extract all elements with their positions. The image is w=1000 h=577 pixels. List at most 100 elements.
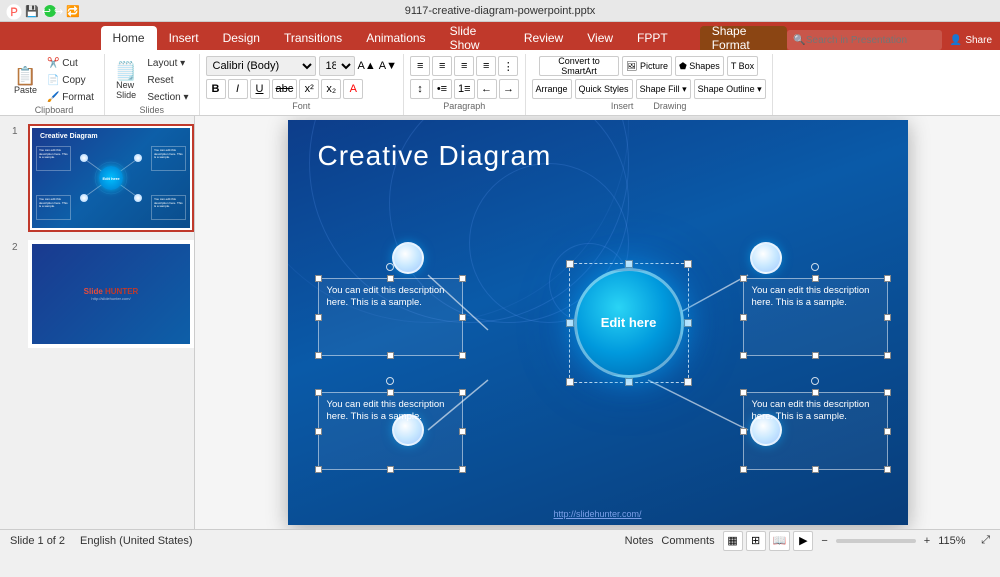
tb-handle[interactable] bbox=[812, 275, 819, 282]
copy-button[interactable]: 📄 Copy bbox=[43, 73, 98, 88]
tb-handle[interactable] bbox=[315, 389, 322, 396]
textbox-tl[interactable]: You can edit this description here. This… bbox=[318, 278, 463, 356]
redo-qat[interactable]: ↪ bbox=[54, 5, 63, 18]
underline-button[interactable]: U bbox=[250, 79, 270, 99]
rotate-handle[interactable] bbox=[386, 263, 394, 271]
textbox-tr[interactable]: You can edit this description here. This… bbox=[743, 278, 888, 356]
tab-insert[interactable]: Insert bbox=[157, 26, 211, 50]
indent-dec[interactable]: ← bbox=[477, 79, 497, 99]
tb-handle[interactable] bbox=[459, 428, 466, 435]
tab-transitions[interactable]: Transitions bbox=[272, 26, 354, 50]
tab-review[interactable]: Review bbox=[512, 26, 575, 50]
bold-button[interactable]: B bbox=[206, 79, 226, 99]
reset-button[interactable]: Reset bbox=[143, 73, 192, 88]
zoom-out[interactable]: − bbox=[821, 535, 827, 547]
tb-handle[interactable] bbox=[459, 466, 466, 473]
tb-handle[interactable] bbox=[884, 275, 891, 282]
handle-tm[interactable] bbox=[625, 260, 633, 268]
increase-font[interactable]: A▲ bbox=[358, 60, 376, 72]
align-center[interactable]: ≡ bbox=[432, 56, 452, 76]
justify[interactable]: ≡ bbox=[476, 56, 496, 76]
tb-handle[interactable] bbox=[459, 389, 466, 396]
tb-handle[interactable] bbox=[387, 389, 394, 396]
numbered-list[interactable]: 1≡ bbox=[454, 79, 475, 99]
slide-link[interactable]: http://slidehunter.com/ bbox=[553, 509, 641, 519]
strikethrough-button[interactable]: abc bbox=[272, 79, 298, 99]
tb-handle[interactable] bbox=[884, 389, 891, 396]
handle-tr[interactable] bbox=[684, 260, 692, 268]
normal-view[interactable]: ▦ bbox=[723, 531, 743, 551]
tb-handle[interactable] bbox=[740, 428, 747, 435]
tb-handle[interactable] bbox=[812, 352, 819, 359]
handle-bm[interactable] bbox=[625, 378, 633, 386]
tb-handle[interactable] bbox=[459, 275, 466, 282]
rotate-handle[interactable] bbox=[811, 377, 819, 385]
slide-2-thumbnail[interactable]: Slide HUNTER http://slidehunter.com/ bbox=[28, 240, 194, 348]
bullet-list[interactable]: •≡ bbox=[432, 79, 452, 99]
app-icon[interactable]: 🅟 bbox=[6, 0, 22, 23]
textbox-bl[interactable]: You can edit this description here. This… bbox=[318, 392, 463, 470]
slide-sorter[interactable]: ⊞ bbox=[746, 531, 766, 551]
quick-styles[interactable]: Quick Styles bbox=[575, 79, 633, 99]
tb-handle[interactable] bbox=[740, 352, 747, 359]
tb-handle[interactable] bbox=[740, 314, 747, 321]
tb-handle[interactable] bbox=[812, 389, 819, 396]
layout-button[interactable]: Layout ▾ bbox=[143, 56, 192, 71]
align-right[interactable]: ≡ bbox=[454, 56, 474, 76]
italic-button[interactable]: I bbox=[228, 79, 248, 99]
textbox-button[interactable]: T Box bbox=[727, 56, 758, 76]
tab-slideshow[interactable]: Slide Show bbox=[438, 26, 512, 50]
arrange-button[interactable]: Arrange bbox=[532, 79, 572, 99]
tb-handle[interactable] bbox=[740, 389, 747, 396]
handle-br[interactable] bbox=[684, 378, 692, 386]
handle-ml[interactable] bbox=[566, 319, 574, 327]
font-name-select[interactable]: Calibri (Body) bbox=[206, 56, 316, 76]
rotate-handle[interactable] bbox=[811, 263, 819, 271]
format-button[interactable]: 🖌️ Format bbox=[43, 90, 98, 105]
share-button[interactable]: 👤Share bbox=[950, 35, 992, 46]
shape-fill[interactable]: Shape Fill ▾ bbox=[636, 79, 691, 99]
save-qat[interactable]: 💾 bbox=[25, 5, 39, 18]
tb-handle[interactable] bbox=[884, 428, 891, 435]
tb-handle[interactable] bbox=[387, 466, 394, 473]
tb-handle[interactable] bbox=[740, 466, 747, 473]
tb-handle[interactable] bbox=[315, 428, 322, 435]
tb-handle[interactable] bbox=[459, 314, 466, 321]
zoom-level[interactable]: 115% bbox=[938, 535, 973, 547]
zoom-slider[interactable] bbox=[836, 539, 916, 543]
tb-handle[interactable] bbox=[884, 314, 891, 321]
line-spacing[interactable]: ↕ bbox=[410, 79, 430, 99]
superscript-button[interactable]: x² bbox=[299, 79, 319, 99]
font-color-button[interactable]: A bbox=[343, 79, 363, 99]
tb-handle[interactable] bbox=[740, 275, 747, 282]
tb-handle[interactable] bbox=[387, 352, 394, 359]
zoom-in[interactable]: + bbox=[924, 535, 930, 547]
comments-button[interactable]: Comments bbox=[661, 535, 714, 547]
tb-handle[interactable] bbox=[812, 466, 819, 473]
new-slide-button[interactable]: 🗒️ NewSlide bbox=[111, 60, 141, 102]
slideshow-view[interactable]: ▶ bbox=[793, 531, 813, 551]
tb-handle[interactable] bbox=[315, 314, 322, 321]
columns[interactable]: ⋮ bbox=[498, 56, 518, 76]
reading-view[interactable]: 📖 bbox=[769, 531, 791, 551]
handle-tl[interactable] bbox=[566, 260, 574, 268]
notes-button[interactable]: Notes bbox=[625, 535, 654, 547]
section-button[interactable]: Section ▾ bbox=[143, 90, 192, 105]
tb-handle[interactable] bbox=[315, 352, 322, 359]
slide-1-thumbnail[interactable]: Creative Diagram bbox=[28, 124, 194, 232]
shape-outline[interactable]: Shape Outline ▾ bbox=[694, 79, 766, 99]
search-input[interactable] bbox=[806, 35, 936, 46]
subscript-button[interactable]: x₂ bbox=[321, 79, 341, 99]
rotate-handle[interactable] bbox=[386, 377, 394, 385]
align-left[interactable]: ≡ bbox=[410, 56, 430, 76]
font-size-select[interactable]: 18 bbox=[319, 56, 355, 76]
tb-handle[interactable] bbox=[884, 352, 891, 359]
paste-button[interactable]: 📋 Paste bbox=[10, 65, 41, 97]
tab-animations[interactable]: Animations bbox=[354, 26, 437, 50]
indent-inc[interactable]: → bbox=[499, 79, 519, 99]
tb-handle[interactable] bbox=[315, 275, 322, 282]
tb-handle[interactable] bbox=[387, 275, 394, 282]
convert-smartart[interactable]: Convert to SmartArt bbox=[539, 56, 619, 76]
textbox-br[interactable]: You can edit this description here. This… bbox=[743, 392, 888, 470]
tb-handle[interactable] bbox=[315, 466, 322, 473]
